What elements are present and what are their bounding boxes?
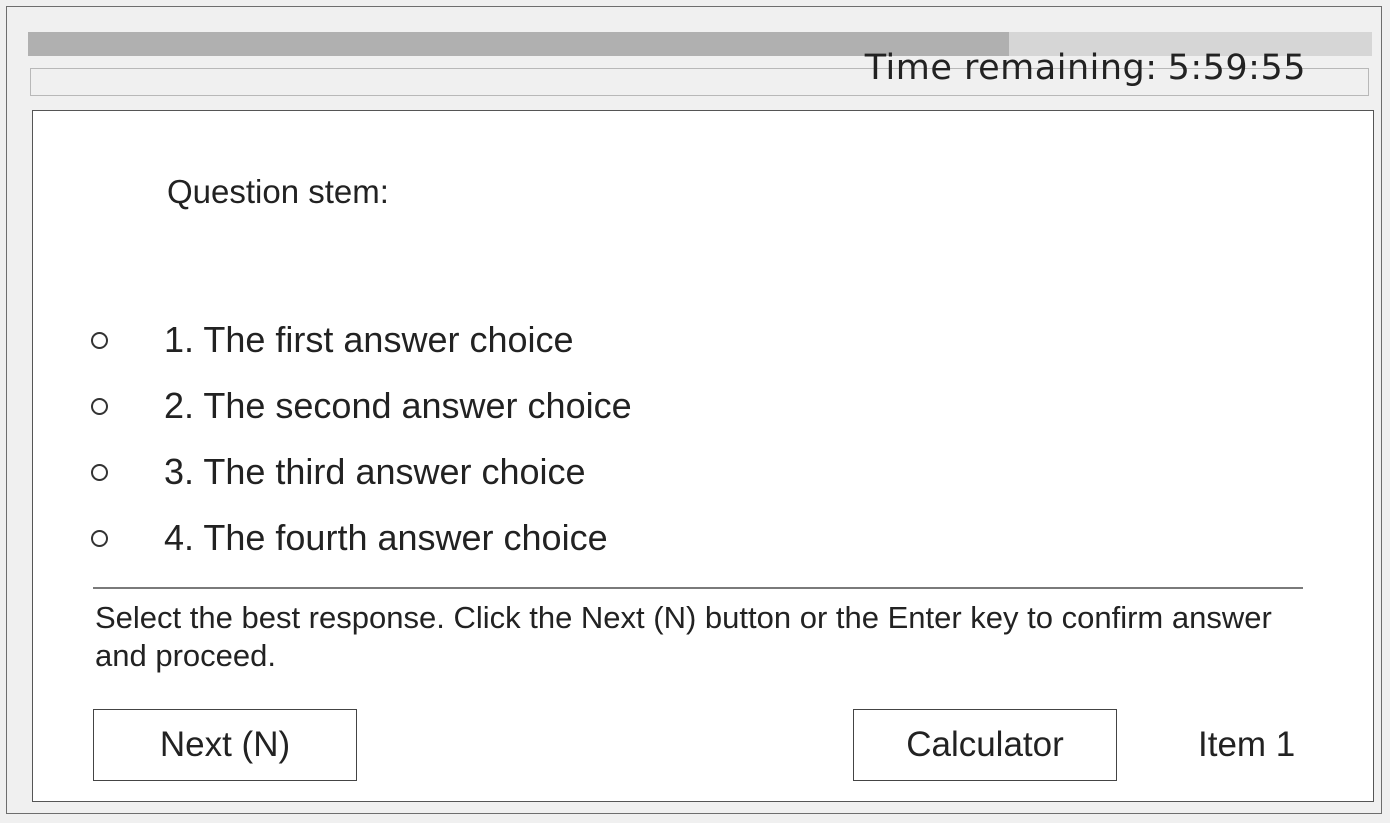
answer-choice-1[interactable]: 1. The first answer choice bbox=[91, 307, 632, 373]
divider bbox=[93, 587, 1303, 589]
next-button[interactable]: Next (N) bbox=[93, 709, 357, 781]
answer-choices: 1. The first answer choice 2. The second… bbox=[91, 307, 632, 571]
item-number: Item 1 bbox=[1198, 725, 1296, 764]
instructions-text: Select the best response. Click the Next… bbox=[95, 600, 1272, 673]
radio-button-2[interactable] bbox=[91, 397, 108, 415]
time-remaining-value: 5:59:55 bbox=[1167, 48, 1306, 88]
question-panel: Question stem: 1. The first answer choic… bbox=[32, 110, 1374, 802]
answer-choice-label: 4. The fourth answer choice bbox=[164, 517, 608, 558]
answer-choice-2[interactable]: 2. The second answer choice bbox=[91, 373, 632, 439]
radio-button-3[interactable] bbox=[91, 463, 108, 481]
answer-choice-label: 3. The third answer choice bbox=[164, 451, 586, 492]
answer-choice-label: 2. The second answer choice bbox=[164, 385, 632, 426]
calculator-button[interactable]: Calculator bbox=[853, 709, 1117, 781]
time-remaining-label: Time remaining: bbox=[864, 48, 1158, 88]
time-remaining: Time remaining: 5:59:55 bbox=[865, 48, 1306, 88]
answer-choice-4[interactable]: 4. The fourth answer choice bbox=[91, 505, 632, 571]
answer-choice-3[interactable]: 3. The third answer choice bbox=[91, 439, 632, 505]
radio-button-1[interactable] bbox=[91, 331, 108, 349]
progress-fill bbox=[28, 32, 1010, 56]
question-stem: Question stem: bbox=[167, 173, 389, 210]
radio-button-4[interactable] bbox=[91, 529, 108, 547]
answer-choice-label: 1. The first answer choice bbox=[164, 319, 574, 360]
